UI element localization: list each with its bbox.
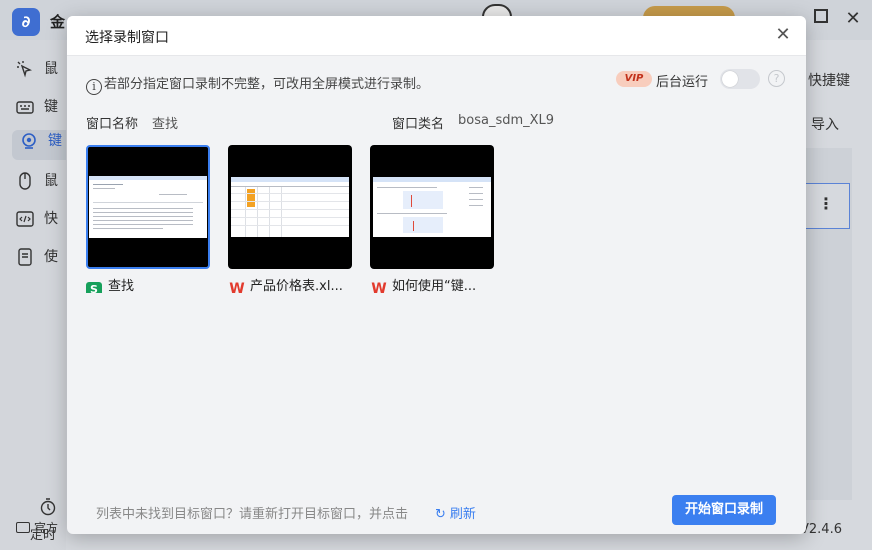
bg-import-label: 导入 [811, 117, 839, 133]
window-thumbnail[interactable] [228, 145, 352, 269]
thumbnail-preview [89, 176, 207, 238]
refresh-button[interactable]: ↻ 刷新 [435, 503, 476, 522]
monitor-icon [16, 522, 30, 533]
sidebar-item-keyboard: 键 [16, 96, 62, 126]
mouse-icon [16, 172, 34, 190]
webcam-icon [20, 132, 38, 150]
wps-icon: W [371, 281, 386, 293]
spreadsheet-s-icon: S [86, 282, 102, 293]
window-caption: S 查找 [86, 275, 210, 293]
window-class-label: 窗口类名 [392, 117, 445, 132]
bg-shortcut-label: 快捷键 [808, 73, 850, 89]
app-close-icon: ✕ [845, 8, 861, 29]
app-logo-icon: ∂ [12, 8, 40, 36]
sidebar-item-usage: 使 [16, 246, 62, 276]
window-name-value: 查找 [152, 117, 179, 132]
timer-icon [28, 498, 68, 520]
wps-icon: W [229, 281, 244, 293]
notice-text: i 若部分指定窗口录制不完整，可改用全屏模式进行录制。 [86, 73, 429, 95]
toggle-knob [722, 71, 738, 87]
maximize-icon [814, 9, 828, 23]
info-icon: i [86, 79, 102, 95]
window-card[interactable]: W 产品价格表.xl... [228, 145, 352, 293]
app-name: 金 [50, 13, 66, 31]
window-card[interactable]: W 如何使用“键... [370, 145, 494, 293]
background-run-toggle[interactable] [720, 69, 760, 89]
sidebar-item-mouse-click: 鼠 [16, 58, 62, 88]
close-icon[interactable]: ✕ [774, 25, 792, 45]
start-recording-button[interactable]: 开始窗口录制 [672, 495, 776, 525]
window-thumbnail[interactable] [86, 145, 210, 269]
dialog-title: 选择录制窗口 [85, 30, 169, 46]
app-version: V2.4.6 [800, 522, 842, 537]
vip-badge: VIP [616, 71, 652, 87]
code-icon [16, 210, 34, 228]
dialog-header: 选择录制窗口 ✕ [67, 16, 806, 56]
keyboard-icon [16, 98, 34, 116]
footer-hint: 列表中未找到目标窗口？请重新打开目标窗口，并点击 [96, 507, 409, 522]
document-icon [16, 248, 34, 266]
refresh-icon: ↻ [435, 507, 446, 522]
cursor-click-icon [16, 60, 34, 78]
thumbnail-preview [373, 177, 491, 237]
window-name-label: 窗口名称 [86, 117, 139, 132]
thumbnail-preview [231, 177, 349, 237]
background-run-label: 后台运行 [656, 75, 709, 90]
official-link: 官方 [16, 519, 58, 536]
window-caption: W 如何使用“键... [370, 275, 494, 293]
sidebar-item-window: 键 [12, 130, 66, 160]
select-window-dialog: 选择录制窗口 ✕ i 若部分指定窗口录制不完整，可改用全屏模式进行录制。 VIP … [67, 16, 806, 534]
sidebar-item-shortcut: 快 [16, 208, 62, 238]
help-icon[interactable]: ? [768, 70, 785, 87]
app-sidebar: 鼠 键 键 鼠 快 使 定时 [0, 40, 66, 550]
window-thumbnail[interactable] [370, 145, 494, 269]
dialog-footer: 列表中未找到目标窗口？请重新打开目标窗口，并点击 ↻ 刷新 开始窗口录制 [67, 488, 806, 534]
window-caption: W 产品价格表.xl... [228, 275, 352, 293]
window-class-value: bosa_sdm_XL9 [458, 113, 555, 128]
sidebar-item-mouse: 鼠 [16, 170, 62, 200]
more-icon: ⋮ [818, 194, 834, 213]
window-card[interactable]: S 查找 [86, 145, 210, 293]
